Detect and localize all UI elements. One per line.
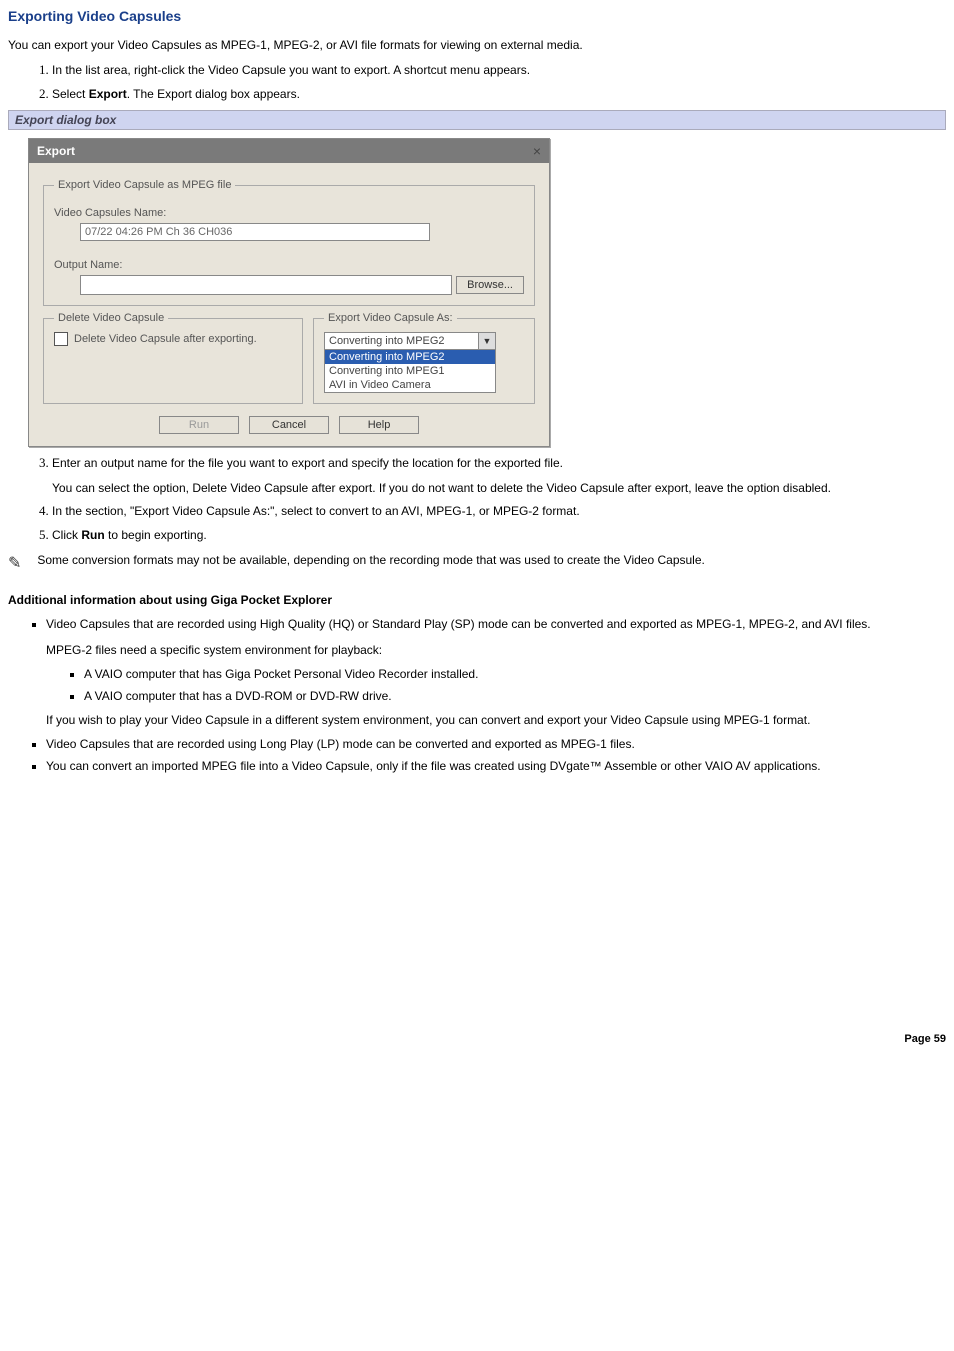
addl-bullet-2: Video Capsules that are recorded using L… (46, 737, 946, 751)
step-5-text: Click Run to begin exporting. (52, 528, 207, 542)
step-2: Select Export. The Export dialog box app… (52, 86, 946, 102)
dialog-title: Export (37, 144, 75, 158)
output-name-field[interactable] (80, 275, 452, 295)
step-3: Enter an output name for the file you wa… (52, 455, 946, 495)
note-text: Some conversion formats may not be avail… (34, 553, 705, 567)
step-5: Click Run to begin exporting. (52, 527, 946, 543)
format-dropdown[interactable]: Converting into MPEG2 ▼ (324, 332, 496, 350)
addl-bullet-1: Video Capsules that are recorded using H… (46, 617, 946, 727)
step-3-text: Enter an output name for the file you wa… (52, 456, 563, 470)
delete-capsule-group: Delete Video Capsule Delete Video Capsul… (43, 312, 303, 404)
delete-checkbox[interactable] (54, 332, 68, 346)
addl-b1-text: Video Capsules that are recorded using H… (46, 617, 871, 631)
mpeg-file-group: Export Video Capsule as MPEG file Video … (43, 179, 535, 306)
intro-text: You can export your Video Capsules as MP… (8, 38, 946, 52)
note-icon (8, 553, 30, 569)
delete-capsule-legend: Delete Video Capsule (54, 312, 168, 324)
step-1-text: In the list area, right-click the Video … (52, 63, 530, 77)
note: Some conversion formats may not be avail… (8, 553, 946, 569)
capsule-name-field[interactable]: 07/22 04:26 PM Ch 36 CH036 (80, 223, 430, 241)
addl-bullet-3: You can convert an imported MPEG file in… (46, 759, 946, 773)
export-dialog: Export × Export Video Capsule as MPEG fi… (28, 138, 550, 447)
browse-button[interactable]: Browse... (456, 276, 524, 294)
close-icon[interactable]: × (533, 143, 541, 159)
addl-b1-nested-2: A VAIO computer that has a DVD-ROM or DV… (84, 689, 946, 703)
page-title: Exporting Video Capsules (8, 8, 946, 24)
step-4-text: In the section, "Export Video Capsule As… (52, 504, 580, 518)
mpeg-file-legend: Export Video Capsule as MPEG file (54, 179, 235, 191)
capsule-name-label: Video Capsules Name: (54, 207, 524, 219)
chevron-down-icon[interactable]: ▼ (478, 333, 495, 349)
additional-heading: Additional information about using Giga … (8, 593, 946, 607)
step-2-text: Select Export. The Export dialog box app… (52, 87, 300, 101)
step-4: In the section, "Export Video Capsule As… (52, 503, 946, 519)
page-number: Page 59 (8, 1033, 946, 1045)
format-selected: Converting into MPEG2 (325, 333, 478, 349)
addl-b1-tail: If you wish to play your Video Capsule i… (46, 713, 946, 727)
format-dropdown-list: Converting into MPEG2 Converting into MP… (324, 349, 496, 393)
dialog-titlebar: Export × (29, 139, 549, 163)
step-1: In the list area, right-click the Video … (52, 62, 946, 78)
help-button[interactable]: Help (339, 416, 419, 434)
format-option[interactable]: Converting into MPEG1 (325, 364, 495, 378)
output-name-label: Output Name: (54, 259, 524, 271)
export-as-group: Export Video Capsule As: Converting into… (313, 312, 535, 404)
step-3-sub: You can select the option, Delete Video … (52, 481, 946, 495)
format-option[interactable]: AVI in Video Camera (325, 378, 495, 392)
delete-checkbox-label: Delete Video Capsule after exporting. (74, 333, 257, 345)
addl-b1-sub: MPEG-2 files need a specific system envi… (46, 643, 946, 657)
format-option[interactable]: Converting into MPEG2 (325, 350, 495, 364)
dialog-caption: Export dialog box (8, 110, 946, 130)
cancel-button[interactable]: Cancel (249, 416, 329, 434)
run-button[interactable]: Run (159, 416, 239, 434)
export-as-legend: Export Video Capsule As: (324, 312, 457, 324)
addl-b1-nested-1: A VAIO computer that has Giga Pocket Per… (84, 667, 946, 681)
